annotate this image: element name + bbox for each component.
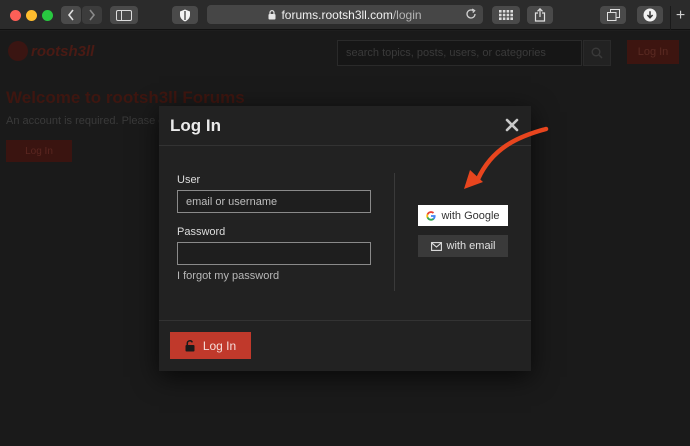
modal-title: Log In (170, 116, 221, 135)
login-options-divider (394, 173, 395, 291)
search-icon (591, 47, 603, 59)
address-bar[interactable]: forums.rootsh3ll.com/login (207, 5, 483, 24)
browser-toolbar: forums.rootsh3ll.com/login + (0, 0, 690, 30)
site-search-input[interactable]: search topics, posts, users, or categori… (337, 40, 582, 66)
lock-icon (268, 9, 276, 19)
zoom-window-button[interactable] (42, 10, 53, 21)
url-host: forums.rootsh3ll.com (281, 7, 393, 22)
email-button-label: with email (446, 240, 496, 252)
tab-overview-button[interactable] (600, 6, 626, 24)
user-label: User (177, 174, 201, 186)
forward-button[interactable] (82, 6, 102, 24)
site-logo[interactable]: rootsh3ll (8, 41, 94, 61)
logo-text: rootsh3ll (31, 42, 95, 60)
share-button[interactable] (527, 6, 553, 24)
password-input[interactable] (177, 242, 371, 265)
downloads-button[interactable] (637, 6, 663, 24)
tabs-icon (606, 9, 620, 21)
reload-icon[interactable] (465, 8, 477, 20)
minimize-window-button[interactable] (26, 10, 37, 21)
password-label: Password (177, 226, 226, 238)
close-window-button[interactable] (10, 10, 21, 21)
sidebar-toggle-button[interactable] (110, 6, 138, 24)
forgot-password-link[interactable]: I forgot my password (177, 270, 279, 282)
download-icon (643, 8, 657, 22)
extensions-button[interactable] (492, 6, 520, 24)
site-header: rootsh3ll search topics, posts, users, o… (0, 31, 690, 73)
account-notice: An account is required. Please cre (6, 115, 174, 127)
login-submit-button[interactable]: Log In (170, 332, 251, 359)
email-login-button[interactable]: with email (418, 235, 508, 257)
chevron-left-icon (67, 9, 74, 21)
back-button[interactable] (61, 6, 81, 24)
welcome-title: Welcome to rootsh3ll Forums (6, 88, 245, 107)
share-icon (534, 8, 546, 22)
envelope-icon (430, 241, 442, 251)
username-input[interactable] (177, 190, 371, 213)
chevron-right-icon (89, 9, 96, 21)
url-path: /login (392, 7, 422, 22)
annotation-arrow-icon (464, 126, 549, 189)
login-submit-label: Log In (202, 338, 237, 353)
google-icon (426, 210, 437, 221)
sidebar-icon (116, 9, 132, 21)
new-tab-button[interactable]: + (670, 6, 690, 30)
site-search-button[interactable] (583, 40, 611, 66)
header-login-button[interactable]: Log In (627, 40, 679, 64)
shield-icon (180, 9, 190, 21)
google-login-button[interactable]: with Google (418, 205, 508, 226)
logo-mark-icon (8, 41, 28, 61)
privacy-shield-button[interactable] (172, 6, 198, 24)
google-button-label: with Google (441, 209, 500, 222)
grid-icon (499, 10, 513, 20)
page-login-button[interactable]: Log In (6, 140, 72, 162)
modal-footer: Log In (159, 320, 531, 371)
unlock-icon (185, 339, 195, 351)
